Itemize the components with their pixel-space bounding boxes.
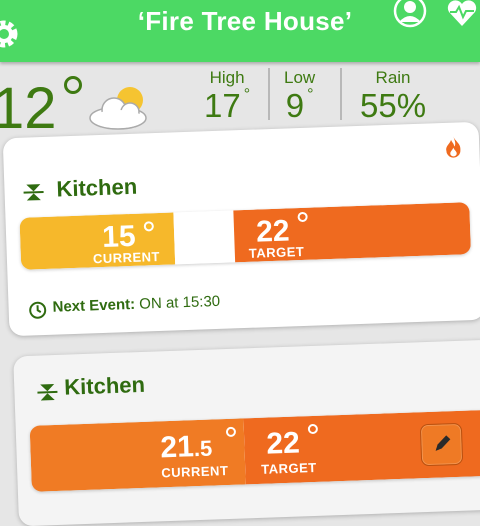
current-temperature: 15 <box>101 219 137 254</box>
temperature-gap <box>173 210 236 265</box>
degree-symbol <box>225 426 237 438</box>
target-temperature: 22 <box>265 426 301 461</box>
stat-divider <box>340 68 342 120</box>
current-temperature-fraction: .5 <box>193 435 213 462</box>
target-label: TARGET <box>261 459 317 477</box>
degree-symbol <box>64 76 82 94</box>
house-title: ‘Fire Tree House’ <box>137 6 353 36</box>
zone-name: Kitchen <box>56 173 138 202</box>
degree-symbol <box>307 423 319 435</box>
next-event-value: ON at 15:30 <box>138 292 221 313</box>
gear-icon[interactable] <box>0 16 22 52</box>
rain-label: Rain <box>375 68 411 87</box>
zone-card[interactable]: Kitchen 15 CURRENT 22 TARGET Next Event:… <box>2 121 480 337</box>
rain-stat: Rain 55% <box>360 68 426 124</box>
next-event: Next Event: ON at 15:30 <box>52 293 220 316</box>
stat-divider <box>268 68 270 120</box>
edit-button[interactable] <box>419 422 464 467</box>
degree-symbol <box>297 211 308 223</box>
cloud-sun-icon <box>89 87 147 130</box>
zone-name: Kitchen <box>63 371 146 400</box>
weather-summary: 12 High 17 ° Low 9 ° Rain 55% <box>0 62 480 138</box>
zone-card[interactable]: Kitchen 21.5 CURRENT 22 TARGET <box>13 339 480 526</box>
heart-pulse-icon[interactable] <box>446 0 478 28</box>
current-label: CURRENT <box>161 462 229 481</box>
outdoor-temperature: 12 <box>0 76 57 141</box>
rain-value: 55% <box>360 87 427 124</box>
temperature-bar[interactable]: 15 CURRENT 22 TARGET <box>19 202 472 270</box>
zone-arrows-icon <box>37 384 58 401</box>
target-temperature-segment[interactable]: 22 TARGET <box>243 409 480 485</box>
high-value: 17 <box>204 87 241 124</box>
target-temperature: 22 <box>255 214 291 249</box>
clock-icon <box>29 301 47 319</box>
low-value: 9 <box>285 87 305 124</box>
avatar-icon[interactable] <box>393 0 427 28</box>
current-temperature-segment: 21.5 CURRENT <box>29 418 246 492</box>
high-label: High <box>209 68 245 87</box>
low-stat: Low 9 ° <box>284 68 316 124</box>
app-header: ‘Fire Tree House’ <box>0 0 480 62</box>
current-temperature: 21.5 <box>159 430 213 465</box>
zone-arrows-icon <box>23 184 44 201</box>
flame-icon <box>446 135 461 158</box>
degree-symbol <box>143 221 155 232</box>
target-label: TARGET <box>248 243 305 261</box>
pencil-icon <box>435 435 451 451</box>
current-temperature-whole: 21 <box>159 430 195 465</box>
target-temperature-segment[interactable]: 22 TARGET <box>233 202 472 263</box>
current-label: CURRENT <box>92 248 161 267</box>
low-label: Low <box>284 68 316 87</box>
high-stat: High 17 ° <box>204 68 251 124</box>
current-temperature-segment: 15 CURRENT <box>19 212 176 270</box>
next-event-label: Next Event: <box>52 295 136 316</box>
